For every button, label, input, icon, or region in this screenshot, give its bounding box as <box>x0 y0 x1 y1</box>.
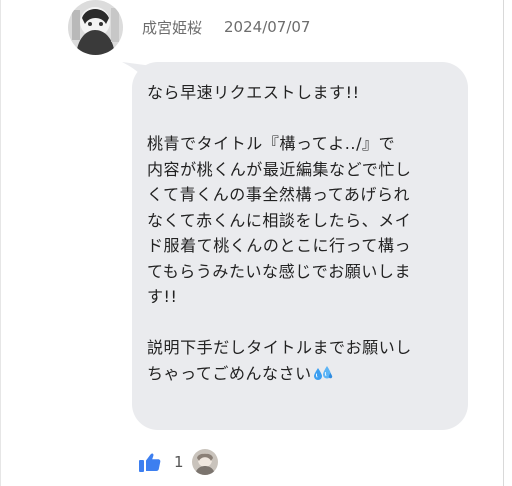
author-name[interactable]: 成宮姫桜 <box>142 17 202 38</box>
reactor-avatar[interactable] <box>192 449 218 475</box>
thumbs-up-icon[interactable] <box>138 450 162 474</box>
message-line: なくて赤くんに相談をしたら、メイ <box>147 210 412 230</box>
reaction-bar: 1 <box>138 448 218 476</box>
message-line: す!! <box>147 287 178 306</box>
message-line: ド服着て桃くんのとこに行って構っ <box>147 236 412 255</box>
message-line: 説明下手だしタイトルまでお願いし <box>147 338 412 357</box>
message-line-last: ちゃってごめんなさい <box>147 361 454 387</box>
comment-date: 2024/07/07 <box>224 18 311 36</box>
message-line: 内容が桃くんが最近編集などで忙し <box>147 159 412 179</box>
message-line: 桃青でタイトル『構ってよ../』で <box>147 134 396 153</box>
page-left-border <box>0 0 1 486</box>
author-avatar-image <box>68 0 123 55</box>
message-line-text: ちゃってごめんなさい <box>147 363 312 383</box>
comment-meta: 成宮姫桜 2024/07/07 <box>142 16 310 38</box>
comment-bubble: なら早速リクエストします!! 桃青でタイトル『構ってよ../』で 内容が桃くんが… <box>132 62 468 430</box>
message-line: てもらうみたいな感じでお願いしま <box>147 261 412 281</box>
scroll-track <box>503 0 504 486</box>
author-avatar[interactable] <box>68 0 123 55</box>
message-line: なら早速リクエストします!! <box>147 83 360 102</box>
sweat-droplets-icon <box>313 365 332 380</box>
message-line: くて青くんの事全然構ってあげられ <box>147 185 411 204</box>
reactor-avatar-image <box>192 449 218 475</box>
like-count: 1 <box>174 453 184 471</box>
